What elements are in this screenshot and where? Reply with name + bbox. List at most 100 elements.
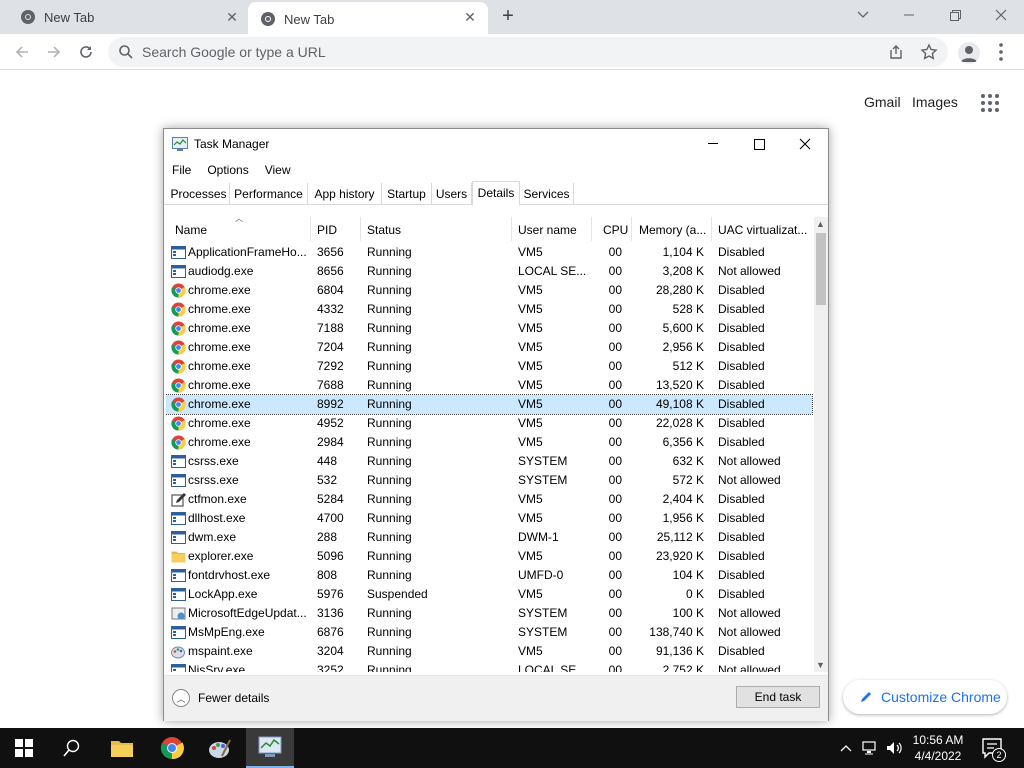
scrollbar-thumb[interactable] — [816, 233, 826, 305]
minimize-button[interactable] — [886, 0, 932, 30]
process-status: Running — [367, 283, 412, 297]
process-cpu: 00 — [608, 359, 622, 373]
process-row[interactable]: chrome.exe 7292 Running VM5 00 512 K Disabled — [166, 357, 812, 376]
column-divider[interactable] — [310, 217, 311, 241]
process-uac: Not allowed — [718, 625, 781, 639]
process-row[interactable]: NisSrv.exe 3252 Running LOCAL SE... 00 2,752 … — [166, 661, 812, 672]
end-task-button[interactable]: End task — [736, 686, 820, 708]
process-row[interactable]: chrome.exe 2984 Running VM5 00 6,356 K Disable… — [166, 433, 812, 452]
process-row[interactable]: fontdrvhost.exe 808 Running UMFD-0 00 104 K Di… — [166, 566, 812, 585]
process-row[interactable]: LockApp.exe 5976 Suspended VM5 00 0 K Disabled — [166, 585, 812, 604]
process-row[interactable]: mspaint.exe 3204 Running VM5 00 91,136 K Disab… — [166, 642, 812, 661]
browser-tab-strip: New Tab ✕ New Tab ✕ + — [0, 0, 1024, 36]
volume-tray-icon[interactable] — [886, 728, 904, 768]
process-row[interactable]: chrome.exe 8992 Running VM5 00 49,108 K Disabl… — [166, 394, 813, 415]
network-tray-icon[interactable] — [862, 728, 880, 768]
process-row[interactable]: dwm.exe 288 Running DWM-1 00 25,112 K Disabled — [166, 528, 812, 547]
column-header-memory[interactable]: Memory (a... — [639, 223, 706, 237]
google-apps-icon[interactable] — [980, 93, 1000, 113]
process-row[interactable]: csrss.exe 532 Running SYSTEM 00 572 K Not allo… — [166, 471, 812, 490]
process-row[interactable]: dllhost.exe 4700 Running VM5 00 1,956 K Disabl… — [166, 509, 812, 528]
search-button[interactable] — [48, 728, 96, 768]
reload-icon[interactable] — [74, 40, 98, 64]
tab-users[interactable]: Users — [432, 183, 472, 205]
taskbar-task-manager[interactable] — [246, 728, 294, 768]
taskbar-chrome[interactable] — [148, 728, 196, 768]
process-row[interactable]: chrome.exe 4332 Running VM5 00 528 K Disabled — [166, 300, 812, 319]
images-link[interactable]: Images — [912, 94, 958, 110]
process-row[interactable]: chrome.exe 7204 Running VM5 00 2,956 K Disable… — [166, 338, 812, 357]
column-header-status[interactable]: Status — [367, 223, 401, 237]
process-row[interactable]: chrome.exe 7688 Running VM5 00 13,520 K Disabl… — [166, 376, 812, 395]
close-window-button[interactable] — [978, 0, 1024, 30]
profile-avatar-icon[interactable] — [958, 42, 980, 64]
process-memory: 91,136 K — [655, 644, 704, 658]
start-button[interactable] — [0, 728, 48, 768]
process-row[interactable]: MsMpEng.exe 6876 Running SYSTEM 00 138,740 K N… — [166, 623, 812, 642]
process-row[interactable]: explorer.exe 5096 Running VM5 00 23,920 K Disa… — [166, 547, 812, 566]
task-manager-titlebar[interactable]: Task Manager — [164, 129, 828, 159]
column-divider[interactable] — [511, 217, 512, 241]
back-icon[interactable] — [10, 40, 34, 64]
column-header-user-name[interactable]: User name — [518, 223, 577, 237]
browser-tab-active[interactable]: New Tab ✕ — [248, 2, 488, 36]
close-tab-icon[interactable]: ✕ — [224, 9, 240, 25]
share-icon[interactable] — [888, 44, 904, 60]
gmail-link[interactable]: Gmail — [864, 94, 901, 110]
column-divider[interactable] — [360, 217, 361, 241]
tab-search-icon[interactable] — [840, 0, 886, 30]
menu-options[interactable]: Options — [199, 159, 256, 181]
process-name: explorer.exe — [188, 549, 254, 563]
taskbar-file-explorer[interactable] — [98, 728, 146, 768]
process-row[interactable]: audiodg.exe 8656 Running LOCAL SE... 00 3,208… — [166, 262, 812, 281]
process-memory: 13,520 K — [655, 378, 704, 392]
forward-icon[interactable] — [42, 40, 66, 64]
menu-file[interactable]: File — [164, 159, 199, 181]
close-button[interactable] — [782, 129, 828, 159]
process-list: ApplicationFrameHo... 3656 Running VM5 00 1,1… — [166, 243, 813, 672]
process-row[interactable]: chrome.exe 4952 Running VM5 00 22,028 K Disabl… — [166, 414, 812, 433]
process-name: fontdrvhost.exe — [188, 568, 271, 582]
fewer-details-button[interactable]: ︿ Fewer details — [172, 689, 269, 707]
column-header-name[interactable]: Name — [175, 223, 207, 237]
tab-performance[interactable]: Performance — [230, 183, 308, 205]
tab-app-history[interactable]: App history — [308, 183, 382, 205]
process-pid: 8992 — [317, 397, 344, 411]
taskbar-paint[interactable] — [196, 728, 244, 768]
chrome-menu-icon[interactable] — [994, 42, 1008, 62]
system-clock[interactable]: 10:56 AM 4/4/2022 — [908, 732, 968, 764]
new-tab-button[interactable]: + — [498, 6, 518, 27]
process-row[interactable]: csrss.exe 448 Running SYSTEM 00 632 K Not allo… — [166, 452, 812, 471]
show-hidden-icons[interactable] — [840, 728, 852, 768]
column-divider[interactable] — [711, 217, 712, 241]
minimize-button[interactable] — [690, 129, 736, 159]
process-user: VM5 — [518, 644, 543, 658]
process-row[interactable]: chrome.exe 7188 Running VM5 00 5,600 K Disable… — [166, 319, 812, 338]
vertical-scrollbar[interactable]: ▲ ▼ — [814, 217, 828, 672]
maximize-button[interactable] — [736, 129, 782, 159]
scroll-down-icon[interactable]: ▼ — [816, 660, 825, 670]
close-tab-icon[interactable]: ✕ — [462, 9, 478, 25]
process-row[interactable]: chrome.exe 6804 Running VM5 00 28,280 K Disabl… — [166, 281, 812, 300]
browser-tab[interactable]: New Tab ✕ — [0, 0, 246, 34]
process-row[interactable]: MicrosoftEdgeUpdat... 3136 Running SYSTEM 00… — [166, 604, 812, 623]
tab-processes[interactable]: Processes — [168, 183, 230, 205]
tab-startup[interactable]: Startup — [382, 183, 432, 205]
tab-details[interactable]: Details — [472, 181, 520, 206]
column-header-pid[interactable]: PID — [317, 223, 337, 237]
column-divider[interactable] — [591, 217, 592, 241]
column-header-uac[interactable]: UAC virtualizat... — [718, 223, 807, 237]
bookmark-star-icon[interactable] — [920, 43, 938, 61]
process-uac: Disabled — [718, 397, 765, 411]
restore-button[interactable] — [932, 0, 978, 30]
process-row[interactable]: ApplicationFrameHo... 3656 Running VM5 00 1,1… — [166, 243, 812, 262]
menu-view[interactable]: View — [257, 159, 299, 181]
process-cpu: 00 — [608, 245, 622, 259]
process-row[interactable]: ctfmon.exe 5284 Running VM5 00 2,404 K Disable… — [166, 490, 812, 509]
column-divider[interactable] — [631, 217, 632, 241]
customize-chrome-button[interactable]: Customize Chrome — [843, 680, 1007, 714]
scroll-up-icon[interactable]: ▲ — [816, 219, 825, 229]
omnibox[interactable]: Search Google or type a URL — [108, 37, 948, 67]
column-header-cpu[interactable]: CPU — [603, 223, 628, 237]
tab-services[interactable]: Services — [520, 183, 574, 205]
